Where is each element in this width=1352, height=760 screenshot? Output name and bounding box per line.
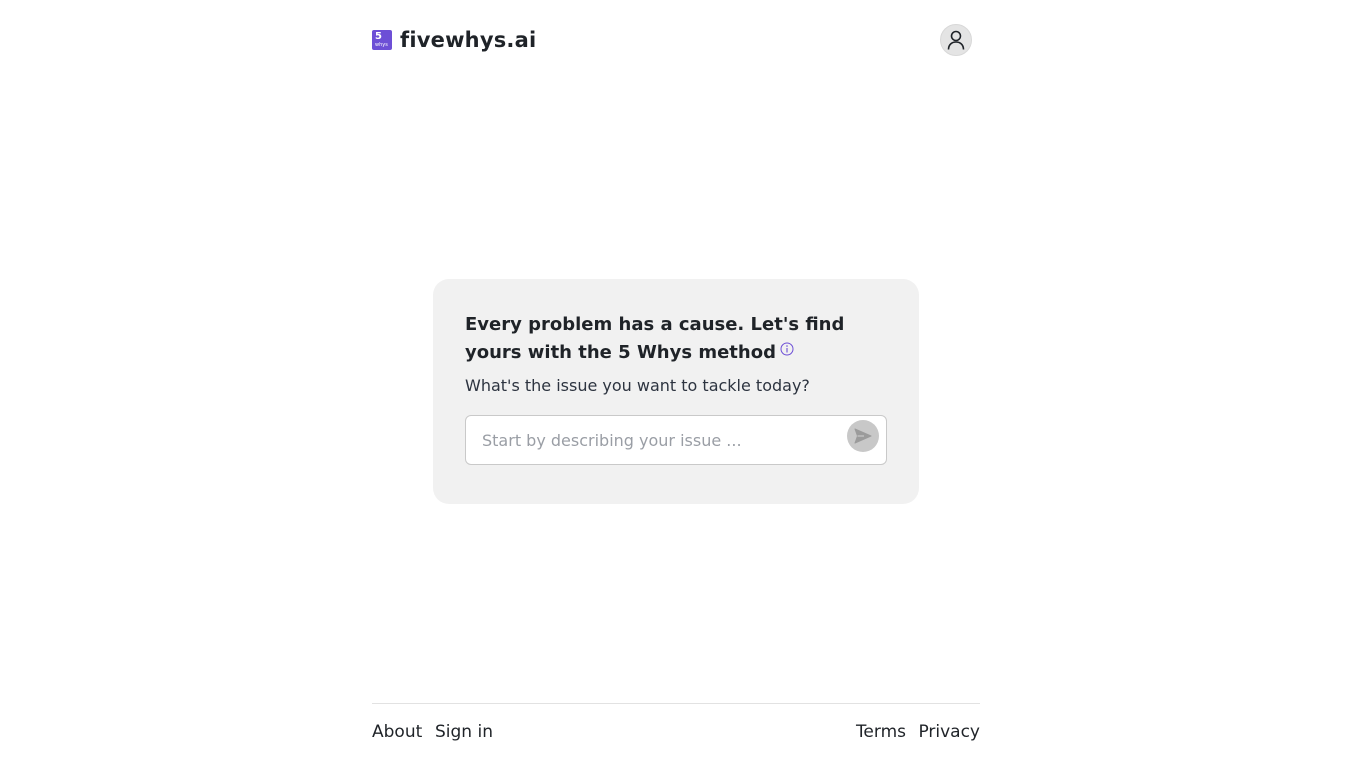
send-button[interactable] [847,420,879,452]
issue-card: Every problem has a cause. Let's find yo… [433,279,919,504]
home-logo-link[interactable]: 5 whys fivewhys.ai [372,24,536,56]
footer-link-sign-in[interactable]: Sign in [435,722,493,742]
issue-input[interactable] [466,416,836,464]
footer: About Sign in Terms Privacy [372,703,980,760]
logo-badge-number: 5 [375,31,382,42]
headline: Every problem has a cause. Let's find yo… [465,311,885,367]
footer-link-about[interactable]: About [372,722,422,742]
logo-badge-text: whys [375,42,388,48]
info-icon[interactable] [780,337,794,365]
account-button[interactable] [940,24,972,56]
footer-link-privacy[interactable]: Privacy [918,722,980,742]
subhead: What's the issue you want to tackle toda… [465,376,810,395]
footer-link-terms[interactable]: Terms [856,722,906,742]
top-bar: 5 whys fivewhys.ai [372,24,972,56]
issue-input-wrapper [465,415,887,465]
brand-name: fivewhys.ai [400,28,537,52]
fivewhys-logo-icon: 5 whys [372,30,392,50]
user-icon [947,30,965,50]
send-icon [854,428,872,444]
